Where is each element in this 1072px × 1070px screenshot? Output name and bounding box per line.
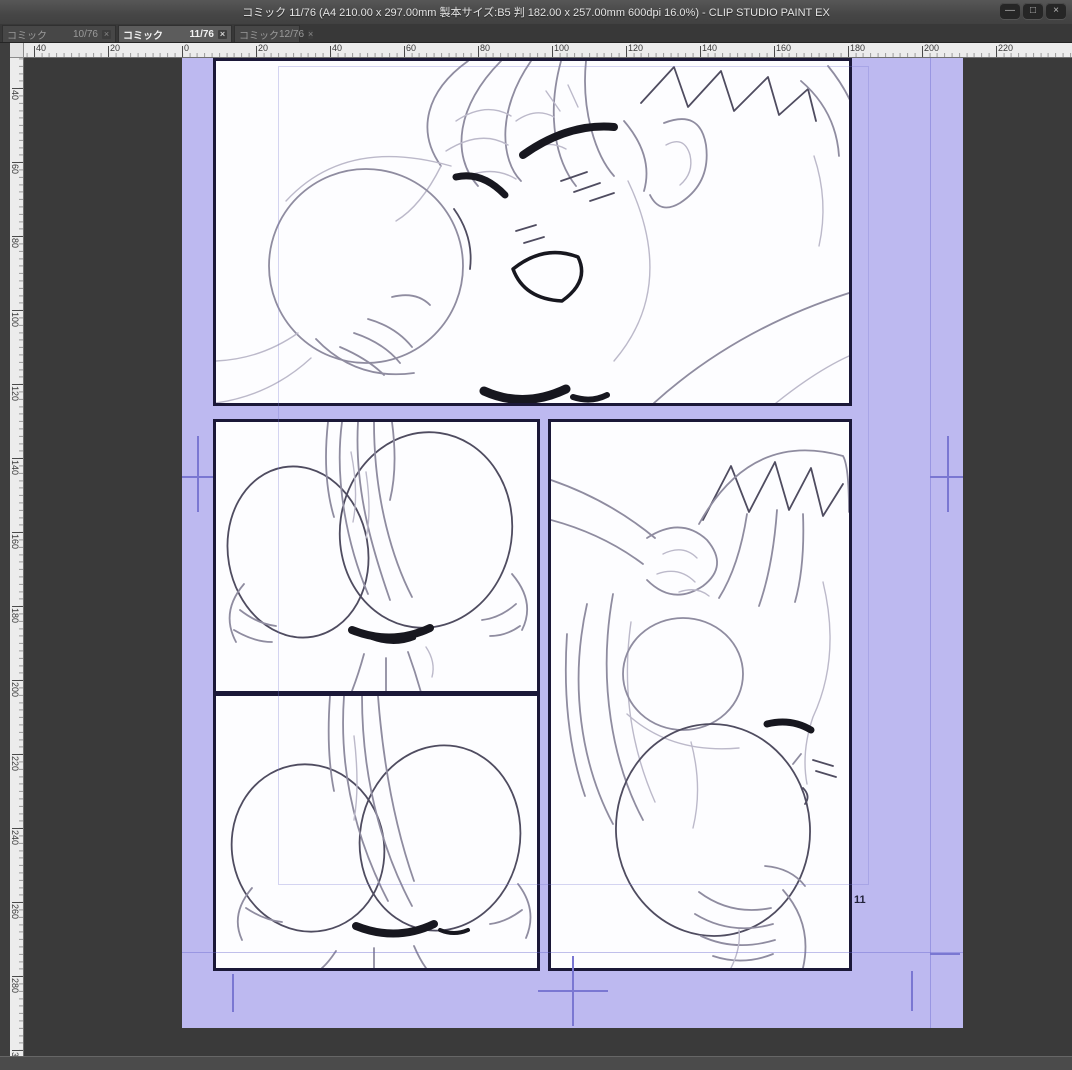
tab-close-icon[interactable]: × bbox=[218, 30, 227, 39]
crop-mark-bottom-left-v bbox=[232, 974, 234, 1012]
ruler-major-tick bbox=[12, 1050, 23, 1051]
ruler-major-tick bbox=[12, 902, 23, 903]
ruler-major-tick bbox=[12, 88, 23, 89]
ruler-major-tick bbox=[626, 46, 627, 57]
ruler-tick-label: 20 bbox=[258, 43, 268, 53]
window-left-edge bbox=[0, 43, 10, 1056]
ruler-tick-label: 180 bbox=[10, 608, 20, 623]
ruler-major-tick bbox=[12, 532, 23, 533]
tab-close-icon[interactable]: × bbox=[102, 30, 111, 39]
page-number: 11 bbox=[854, 894, 866, 906]
ruler-tick-label: 220 bbox=[998, 43, 1013, 53]
tab-page-count: 11/76 bbox=[190, 29, 214, 40]
ruler-tick-label: 200 bbox=[10, 682, 20, 697]
tab-label: コミック bbox=[123, 27, 163, 42]
ruler-tick-label: 260 bbox=[10, 904, 20, 919]
ruler-major-tick bbox=[182, 46, 183, 57]
ruler-major-tick bbox=[404, 46, 405, 57]
basic-frame-guide bbox=[278, 66, 869, 885]
ruler-major-tick bbox=[552, 46, 553, 57]
ruler-tick-label: 100 bbox=[10, 312, 20, 327]
ruler-major-tick bbox=[12, 606, 23, 607]
ruler-major-tick bbox=[12, 680, 23, 681]
tab-label: コミック bbox=[7, 27, 47, 42]
ruler-tick-label: 200 bbox=[924, 43, 939, 53]
ruler-tick-label: 140 bbox=[10, 460, 20, 475]
ruler-tick-label: 20 bbox=[110, 43, 120, 53]
ruler-tick-label: 140 bbox=[702, 43, 717, 53]
ruler-tick-label: 80 bbox=[10, 238, 20, 248]
ruler-major-tick bbox=[12, 310, 23, 311]
ruler-corner bbox=[10, 43, 24, 58]
ruler-tick-label: 220 bbox=[10, 756, 20, 771]
ruler-major-tick bbox=[848, 46, 849, 57]
crop-mark-bottom-right-h bbox=[930, 953, 960, 955]
document-tab-bar: コミック 10/76 × コミック 11/76 × コミック 12/76 × bbox=[0, 24, 1072, 43]
crop-mark-right-center-v bbox=[947, 436, 949, 512]
ruler-tick-label: 60 bbox=[10, 164, 20, 174]
ruler-tick-label: 240 bbox=[10, 830, 20, 845]
vertical-ruler[interactable]: 406080100120140160180200220240260280300 bbox=[10, 58, 24, 1056]
ruler-tick-label: 120 bbox=[10, 386, 20, 401]
horizontal-ruler[interactable]: 4020020406080100120140160180200220 bbox=[24, 43, 1072, 58]
restore-button[interactable]: □ bbox=[1023, 3, 1043, 19]
minimize-button[interactable]: — bbox=[1000, 3, 1020, 19]
trim-guide-vertical bbox=[930, 58, 931, 1028]
ruler-tick-label: 160 bbox=[10, 534, 20, 549]
ruler-major-tick bbox=[12, 754, 23, 755]
crop-mark-bottom-center-v bbox=[572, 956, 574, 1026]
tab-comic-10[interactable]: コミック 10/76 × bbox=[2, 25, 116, 42]
ruler-major-tick bbox=[34, 46, 35, 57]
window-controls: — □ × bbox=[1000, 3, 1066, 19]
ruler-tick-label: 0 bbox=[184, 43, 189, 53]
ruler-major-tick bbox=[256, 46, 257, 57]
window-bottom-edge bbox=[0, 1056, 1072, 1070]
ruler-tick-label: 40 bbox=[10, 90, 20, 100]
ruler-tick-label: 160 bbox=[776, 43, 791, 53]
ruler-tick-label: 80 bbox=[480, 43, 490, 53]
ruler-major-tick bbox=[12, 458, 23, 459]
window-title: コミック 11/76 (A4 210.00 x 297.00mm 製本サイズ:B… bbox=[242, 4, 830, 20]
tab-close-icon[interactable]: × bbox=[308, 30, 313, 39]
tab-comic-11[interactable]: コミック 11/76 × bbox=[118, 25, 232, 42]
title-bar: コミック 11/76 (A4 210.00 x 297.00mm 製本サイズ:B… bbox=[0, 0, 1072, 25]
tab-comic-12[interactable]: コミック 12/76 × bbox=[234, 25, 300, 42]
ruler-tick-label: 280 bbox=[10, 978, 20, 993]
ruler-major-tick bbox=[478, 46, 479, 57]
ruler-tick-label: 40 bbox=[332, 43, 342, 53]
ruler-major-tick bbox=[12, 976, 23, 977]
ruler-major-tick bbox=[774, 46, 775, 57]
ruler-tick-label: 60 bbox=[406, 43, 416, 53]
tab-label: コミック bbox=[239, 27, 279, 42]
ruler-tick-label: 120 bbox=[628, 43, 643, 53]
ruler-major-tick bbox=[922, 46, 923, 57]
ruler-tick-label: 180 bbox=[850, 43, 865, 53]
drawing-canvas[interactable]: 11 bbox=[24, 58, 1072, 1056]
ruler-major-tick bbox=[700, 46, 701, 57]
ruler-tick-label: 100 bbox=[554, 43, 569, 53]
comic-page: 11 bbox=[182, 58, 963, 1028]
crop-mark-left-center-v bbox=[197, 436, 199, 512]
ruler-major-tick bbox=[12, 828, 23, 829]
crop-mark-bottom-right-v bbox=[911, 971, 913, 1011]
ruler-major-tick bbox=[330, 46, 331, 57]
ruler-major-tick bbox=[12, 236, 23, 237]
tab-page-count: 12/76 bbox=[279, 29, 304, 40]
ruler-major-tick bbox=[996, 46, 997, 57]
ruler-major-tick bbox=[12, 162, 23, 163]
tab-page-count: 10/76 bbox=[73, 29, 98, 40]
ruler-major-tick bbox=[108, 46, 109, 57]
close-button[interactable]: × bbox=[1046, 3, 1066, 19]
ruler-major-tick bbox=[12, 384, 23, 385]
trim-guide-horizontal bbox=[182, 952, 963, 953]
ruler-tick-label: 40 bbox=[36, 43, 46, 53]
